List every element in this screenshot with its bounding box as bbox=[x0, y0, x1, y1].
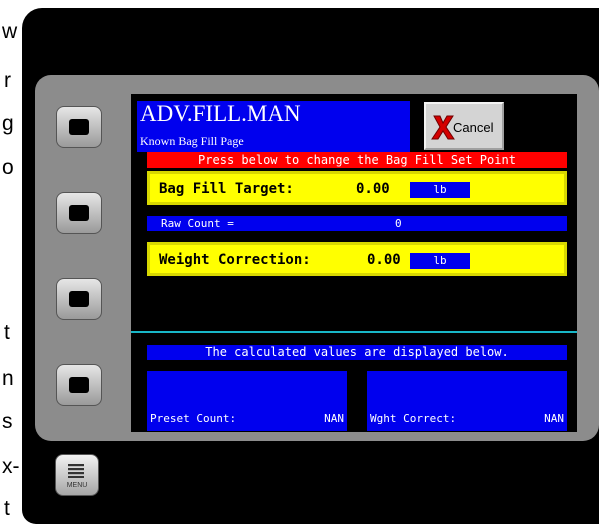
red-x-icon bbox=[431, 115, 455, 140]
side-text-fragment: s bbox=[2, 410, 13, 433]
bag-fill-unit: lb bbox=[410, 182, 470, 198]
raw-count-value: 0 bbox=[395, 217, 402, 230]
softkey-1[interactable] bbox=[56, 106, 102, 148]
weight-correction-label: Weight Correction: bbox=[159, 252, 311, 268]
side-text-fragment: o bbox=[2, 156, 14, 179]
hmi-screen: ADV.FILL.MAN Known Bag Fill Page Cancel … bbox=[131, 94, 577, 432]
softkey-square-icon bbox=[69, 377, 89, 393]
preset-count-panel: Preset Count: NAN bbox=[147, 371, 347, 431]
softkey-4[interactable] bbox=[56, 364, 102, 406]
bag-fill-target-label: Bag Fill Target: bbox=[159, 181, 294, 197]
menu-label: MENU bbox=[66, 482, 88, 489]
calculated-values-note: The calculated values are displayed belo… bbox=[147, 345, 567, 360]
menu-button[interactable]: MENU bbox=[55, 454, 99, 496]
bag-fill-target-value: 0.00 bbox=[356, 181, 390, 197]
side-text-fragment: r bbox=[4, 69, 11, 92]
menu-icon bbox=[68, 464, 84, 478]
raw-count-bar: Raw Count = 0 bbox=[147, 216, 567, 231]
softkey-square-icon bbox=[69, 205, 89, 221]
side-text-fragment: t bbox=[4, 321, 10, 344]
instruction-banner: Press below to change the Bag Fill Set P… bbox=[147, 152, 567, 168]
preset-count-label: Preset Count: bbox=[150, 412, 237, 425]
weight-correction-value: 0.00 bbox=[367, 252, 401, 268]
weight-correct-panel: Wght Correct: NAN bbox=[367, 371, 567, 431]
weight-correction-unit: lb bbox=[410, 253, 470, 269]
side-text-fragment: t bbox=[4, 497, 10, 520]
softkey-square-icon bbox=[69, 291, 89, 307]
softkey-2[interactable] bbox=[56, 192, 102, 234]
side-text-fragment: w bbox=[2, 20, 18, 43]
side-text-fragment: n bbox=[2, 367, 14, 390]
side-text-fragment: g bbox=[2, 112, 14, 135]
cancel-button[interactable]: Cancel bbox=[424, 102, 504, 150]
side-text-fragment: x- bbox=[2, 455, 20, 478]
softkey-3[interactable] bbox=[56, 278, 102, 320]
page-subtitle: Known Bag Fill Page bbox=[140, 134, 244, 148]
title-bar: ADV.FILL.MAN Known Bag Fill Page bbox=[137, 101, 410, 152]
weight-correction-button[interactable]: Weight Correction: 0.00 lb bbox=[147, 242, 567, 276]
page-title: ADV.FILL.MAN bbox=[140, 101, 301, 126]
bag-fill-target-button[interactable]: Bag Fill Target: 0.00 lb bbox=[147, 171, 567, 205]
cancel-label: Cancel bbox=[453, 120, 494, 135]
raw-count-label: Raw Count = bbox=[161, 217, 234, 230]
preset-count-value: NAN bbox=[324, 412, 344, 425]
weight-correct-value: NAN bbox=[544, 412, 564, 425]
softkey-square-icon bbox=[69, 119, 89, 135]
weight-correct-label: Wght Correct: bbox=[370, 412, 457, 425]
section-divider bbox=[131, 331, 577, 333]
